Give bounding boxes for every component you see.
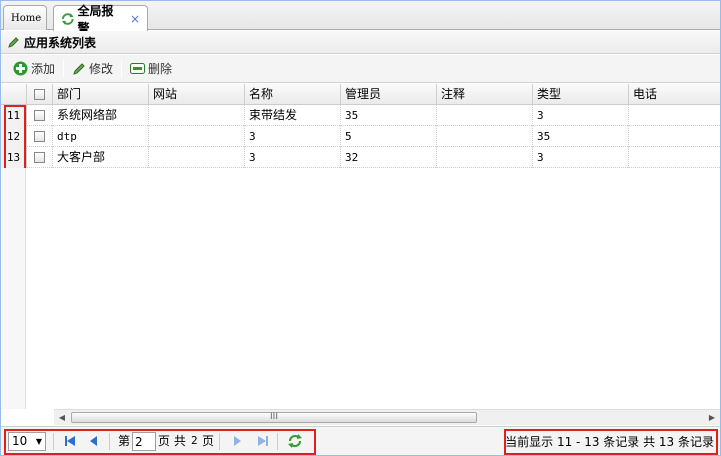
tab-global-alarm[interactable]: 全局报警 × (53, 4, 148, 35)
grid-gutter (1, 168, 26, 409)
table-cell (437, 147, 533, 168)
pencil-icon (73, 62, 85, 75)
table-cell: 3 (533, 105, 629, 126)
pagination-bar: 10 ▼ 第 页 共 2 页 当前显示 (1, 426, 720, 455)
table-cell (629, 126, 720, 147)
row-number-highlight (4, 105, 26, 171)
table-cell: 35 (341, 105, 437, 126)
scrollbar-thumb[interactable]: III (71, 412, 477, 423)
column-header[interactable]: 管理员 (341, 84, 437, 105)
row-checkbox[interactable] (34, 152, 45, 163)
delete-button-label: 删除 (148, 62, 173, 76)
column-header[interactable]: 网站 (149, 84, 245, 105)
table-cell: 35 (533, 126, 629, 147)
table-cell (629, 105, 720, 126)
delete-button[interactable]: 删除 (124, 58, 178, 80)
table-cell: 32 (341, 147, 437, 168)
column-header[interactable]: 注释 (437, 84, 533, 105)
table-row[interactable]: 13 大客户部 3 32 3 (1, 147, 720, 168)
edit-button[interactable]: 修改 (66, 58, 119, 80)
toolbar-divider (121, 59, 123, 78)
table-cell: 3 (245, 126, 341, 147)
column-header[interactable]: 部门 (53, 84, 149, 105)
column-header[interactable]: 类型 (533, 84, 629, 105)
toolbar: 添加 修改 删除 (1, 55, 720, 83)
table-cell: 大客户部 (53, 147, 149, 168)
edit-button-label: 修改 (89, 62, 114, 76)
scroll-left-icon[interactable]: ◀ (54, 410, 70, 425)
table-cell: 束带结发 (245, 105, 341, 126)
add-button[interactable]: 添加 (7, 58, 61, 80)
pencil-icon (8, 36, 19, 48)
row-select[interactable] (27, 126, 53, 147)
plus-icon (13, 61, 28, 76)
header-select-all[interactable] (27, 84, 53, 105)
tab-bar: Home 全局报警 × (1, 1, 720, 35)
table-cell (437, 126, 533, 147)
add-button-label: 添加 (31, 62, 56, 76)
table-cell (149, 147, 245, 168)
scroll-right-icon[interactable]: ▶ (704, 410, 720, 425)
column-header[interactable]: 电话 (629, 84, 720, 105)
pager-controls-highlight (4, 429, 316, 455)
tab-home-label: Home (11, 12, 42, 24)
horizontal-scrollbar[interactable]: ◀ III ▶ (54, 409, 720, 425)
row-checkbox[interactable] (34, 110, 45, 121)
select-all-checkbox[interactable] (34, 89, 45, 100)
app-window: Home 全局报警 × 应用系统列表 添加 修改 删除 部门 网站 名称 管理员… (0, 0, 721, 456)
table-cell (437, 105, 533, 126)
recycle-icon (61, 12, 74, 25)
close-icon[interactable]: × (130, 12, 140, 26)
table-cell (149, 105, 245, 126)
table-row[interactable]: 12 dtp 3 5 35 (1, 126, 720, 147)
table-cell: 5 (341, 126, 437, 147)
column-header[interactable]: 名称 (245, 84, 341, 105)
minus-icon (130, 63, 146, 74)
row-select[interactable] (27, 105, 53, 126)
panel-header: 应用系统列表 (1, 31, 720, 54)
table-cell: dtp (53, 126, 149, 147)
row-select[interactable] (27, 147, 53, 168)
tab-home[interactable]: Home (3, 5, 47, 30)
table-cell: 3 (533, 147, 629, 168)
table-cell: 3 (245, 147, 341, 168)
table-cell (629, 147, 720, 168)
record-info-highlight (504, 429, 718, 455)
panel-title: 应用系统列表 (24, 35, 97, 50)
row-checkbox[interactable] (34, 131, 45, 142)
table-row[interactable]: 11 系统网络部 束带结发 35 3 (1, 105, 720, 126)
table-cell (149, 126, 245, 147)
toolbar-divider (63, 59, 65, 78)
grid-header: 部门 网站 名称 管理员 注释 类型 电话 (1, 84, 720, 105)
table-cell: 系统网络部 (53, 105, 149, 126)
header-rownum (1, 84, 27, 105)
